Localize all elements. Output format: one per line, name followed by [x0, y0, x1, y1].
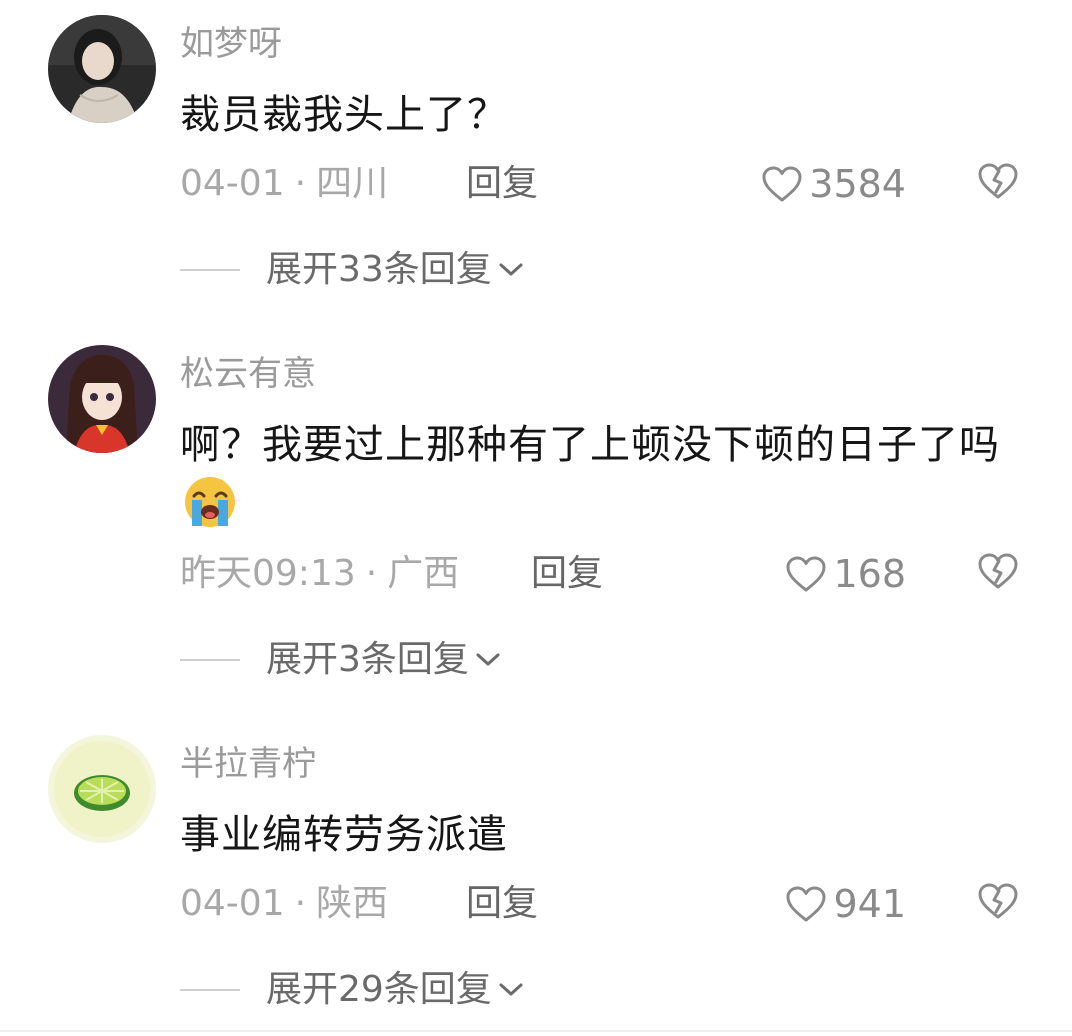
reply-button[interactable]: 回复 — [531, 552, 603, 596]
broken-heart-icon — [978, 163, 1018, 199]
dislike-button[interactable] — [977, 162, 1019, 200]
chevron-down-icon — [499, 263, 523, 276]
comment-meta: 04-01 · 陕西 — [180, 882, 388, 926]
expand-divider — [180, 659, 240, 661]
comment-location: 陕西 — [316, 883, 389, 924]
avatar[interactable] — [48, 735, 156, 843]
expand-divider — [180, 269, 240, 271]
expand-replies: 展开33条回复 — [180, 248, 524, 292]
expand-replies: 展开3条回复 — [180, 638, 501, 682]
expand-replies-button[interactable]: 展开29条回复 — [266, 968, 524, 1012]
avatar[interactable] — [48, 15, 156, 123]
loudly-crying-face-icon — [185, 477, 235, 527]
comment-date: 04-01 — [180, 883, 285, 924]
like-button[interactable]: 168 — [785, 552, 906, 596]
username[interactable]: 半拉青柠 — [180, 744, 316, 784]
reply-button[interactable]: 回复 — [466, 882, 538, 926]
separator-dot: · — [294, 163, 307, 204]
expand-replies: 展开29条回复 — [180, 968, 524, 1012]
like-count: 168 — [833, 552, 906, 596]
separator-dot: · — [294, 883, 307, 924]
expand-divider — [180, 989, 240, 991]
comment-date: 昨天09:13 — [180, 553, 356, 594]
like-count: 3584 — [809, 162, 906, 206]
expand-replies-button[interactable]: 展开3条回复 — [266, 638, 501, 682]
comment-meta: 04-01 · 四川 — [180, 162, 388, 206]
chevron-down-icon — [476, 653, 500, 666]
separator-dot: · — [365, 553, 378, 594]
bottom-divider — [0, 1030, 1072, 1032]
comment-text-content: 啊？我要过上那种有了上顿没下顿的日子了吗 — [180, 422, 1000, 468]
like-button[interactable]: 941 — [785, 882, 906, 926]
expand-replies-label: 展开33条回复 — [266, 249, 492, 290]
like-button[interactable]: 3584 — [761, 162, 906, 206]
comment-location: 四川 — [316, 163, 389, 204]
broken-heart-icon — [978, 553, 1018, 589]
comment-text: 啊？我要过上那种有了上顿没下顿的日子了吗 — [180, 416, 1020, 538]
comment-text: 事业编转劳务派遣 — [180, 812, 508, 858]
comment-date: 04-01 — [180, 163, 285, 204]
avatar[interactable] — [48, 345, 156, 453]
username[interactable]: 如梦呀 — [180, 24, 282, 64]
expand-replies-button[interactable]: 展开33条回复 — [266, 248, 524, 292]
chevron-down-icon — [499, 983, 523, 996]
comment-meta: 昨天09:13 · 广西 — [180, 552, 459, 596]
expand-replies-label: 展开29条回复 — [266, 969, 492, 1010]
heart-icon — [762, 166, 802, 202]
dislike-button[interactable] — [977, 882, 1019, 920]
reply-button[interactable]: 回复 — [466, 162, 538, 206]
dislike-button[interactable] — [977, 552, 1019, 590]
like-count: 941 — [833, 882, 906, 926]
comment-text: 裁员裁我头上了？ — [180, 92, 508, 138]
username[interactable]: 松云有意 — [180, 354, 316, 394]
comment-location: 广西 — [387, 553, 460, 594]
heart-icon — [786, 556, 826, 592]
heart-icon — [786, 886, 826, 922]
broken-heart-icon — [978, 883, 1018, 919]
expand-replies-label: 展开3条回复 — [266, 639, 469, 680]
